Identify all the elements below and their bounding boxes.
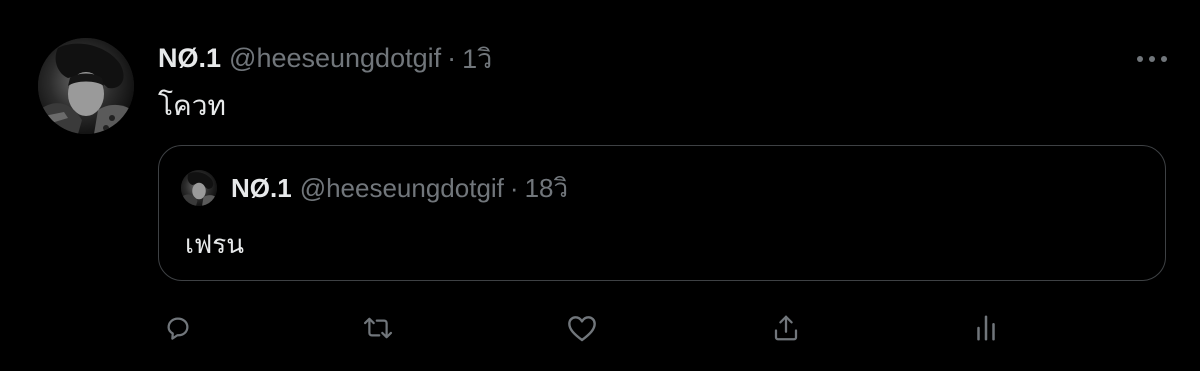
timestamp[interactable]: 1วิ (462, 37, 492, 80)
share-icon[interactable] (768, 310, 804, 346)
quoted-timestamp: 18วิ (524, 172, 569, 203)
analytics-icon[interactable] (968, 310, 1004, 346)
quoted-avatar[interactable] (181, 170, 217, 206)
avatar[interactable] (38, 38, 134, 134)
like-icon[interactable] (564, 310, 600, 346)
retweet-icon[interactable] (360, 310, 396, 346)
quoted-display-name: NØ.1 (231, 172, 292, 203)
handle[interactable]: @heeseungdotgif (229, 43, 441, 74)
quoted-handle: @heeseungdotgif (299, 172, 504, 203)
more-options-icon[interactable] (1134, 44, 1170, 74)
tweet-text: โควท (158, 89, 226, 122)
reply-icon[interactable] (160, 310, 196, 346)
tweet-header: NØ.1 @heeseungdotgif · 1วิ (158, 38, 492, 78)
quoted-tweet-text: เฟรน (185, 230, 245, 260)
quoted-tweet[interactable]: NØ.1 @heeseungdotgif · 18วิ เฟรน (158, 145, 1166, 281)
quoted-separator-dot: · (509, 172, 519, 203)
separator-dot: · (447, 42, 457, 73)
quoted-tweet-header: NØ.1 @heeseungdotgif · 18วิ (231, 170, 568, 206)
tweet[interactable]: NØ.1 @heeseungdotgif · 1วิ โควท NØ.1 @he… (0, 0, 1200, 371)
display-name[interactable]: NØ.1 (158, 43, 221, 74)
